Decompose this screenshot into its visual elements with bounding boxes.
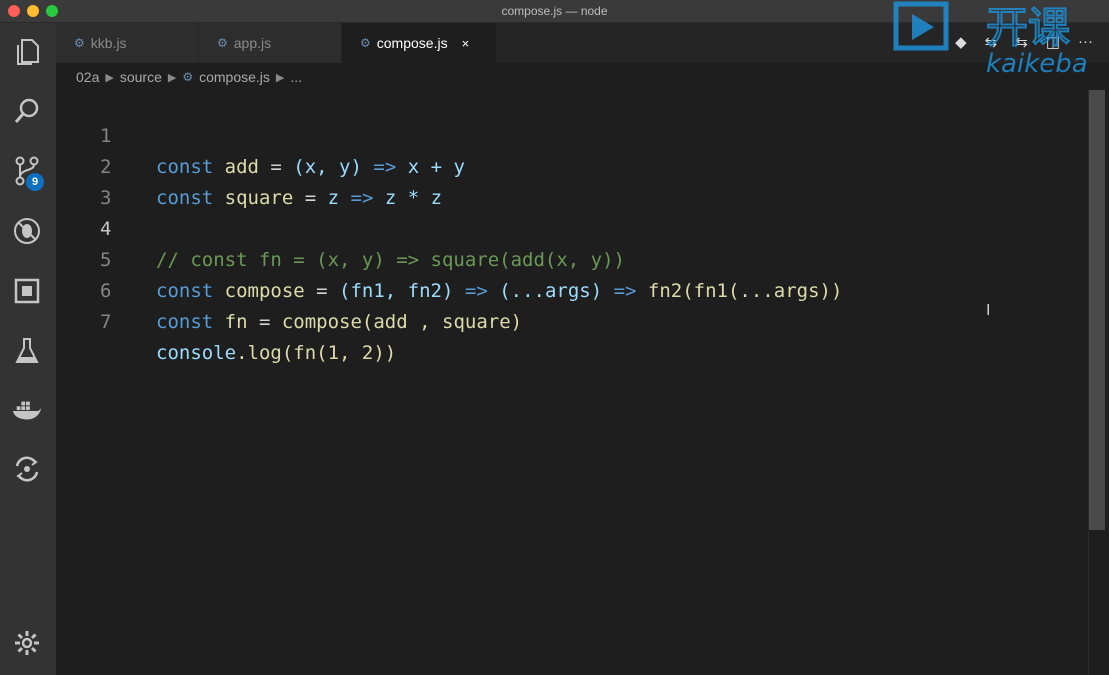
- js-file-icon: ⚙: [74, 36, 85, 50]
- kaikeba-watermark: 开课 kaikeba: [888, 0, 1109, 79]
- tab-label: app.js: [233, 35, 272, 51]
- code-line[interactable]: 2 const square = z => z * z: [56, 121, 1088, 209]
- tab-kkb-js[interactable]: ⚙ kkb.js: [56, 23, 199, 63]
- extensions-icon[interactable]: [12, 276, 42, 306]
- debug-icon[interactable]: [12, 216, 42, 246]
- code-line[interactable]: 6 const fn = compose(add , square): [56, 245, 1088, 333]
- identifier: console: [156, 342, 237, 364]
- code-line[interactable]: 4 // const fn = (x, y) => square(add(x, …: [56, 183, 1088, 271]
- tab-label: compose.js: [376, 35, 448, 51]
- code-line[interactable]: 3: [56, 152, 1088, 209]
- flask-icon[interactable]: [12, 336, 42, 366]
- line-number: 7: [100, 311, 112, 333]
- tab-app-js[interactable]: ⚙ app.js: [199, 23, 342, 63]
- watermark-text: 开课: [986, 3, 1070, 52]
- line-code: const fn = compose(add , square): [156, 307, 522, 338]
- close-icon[interactable]: ×: [462, 36, 470, 51]
- js-file-icon: ⚙: [182, 70, 194, 84]
- expression: .log(fn(1, 2)): [236, 342, 397, 364]
- scm-badge: 9: [26, 173, 44, 191]
- activity-bar: 9: [0, 23, 56, 675]
- identifier: fn: [213, 311, 248, 333]
- explorer-icon[interactable]: [12, 37, 42, 67]
- text-cursor-icon: I: [986, 302, 991, 319]
- chevron-right-icon: ▶: [105, 71, 114, 84]
- expression: compose(add , square): [281, 311, 523, 333]
- breadcrumb-item[interactable]: source: [120, 69, 162, 85]
- breadcrumb-item[interactable]: 02a: [76, 69, 99, 85]
- gear-icon[interactable]: [12, 628, 42, 658]
- code-line[interactable]: 5 const compose = (fn1, fn2) => (...args…: [56, 214, 1088, 302]
- code-editor[interactable]: 1 const add = (x, y) => x + y 2 const sq…: [56, 90, 1088, 675]
- scrollbar-thumb[interactable]: [1089, 90, 1105, 530]
- chevron-right-icon: ▶: [167, 71, 177, 84]
- chevron-right-icon: ▶: [275, 71, 285, 84]
- keyword: const: [156, 311, 214, 333]
- code-line[interactable]: 7 console.log(fn(1, 2)): [56, 276, 1088, 364]
- docker-icon[interactable]: [12, 396, 42, 426]
- js-file-icon: ⚙: [360, 36, 371, 50]
- tab-label: kkb.js: [90, 35, 127, 51]
- breadcrumb: 02a ▶ source ▶ ⚙ compose.js ▶ ...: [76, 67, 302, 87]
- live-share-icon[interactable]: [12, 454, 42, 484]
- line-code: console.log(fn(1, 2)): [156, 338, 396, 369]
- watermark-sub: kaikeba: [986, 49, 1088, 75]
- operator: =: [247, 311, 282, 333]
- search-icon[interactable]: [12, 96, 42, 126]
- code-line[interactable]: 1 const add = (x, y) => x + y: [56, 90, 1088, 178]
- breadcrumb-item[interactable]: compose.js: [199, 69, 270, 85]
- js-file-icon: ⚙: [217, 36, 228, 50]
- breadcrumb-item[interactable]: ...: [290, 69, 302, 85]
- tab-compose-js[interactable]: ⚙ compose.js ×: [342, 23, 497, 63]
